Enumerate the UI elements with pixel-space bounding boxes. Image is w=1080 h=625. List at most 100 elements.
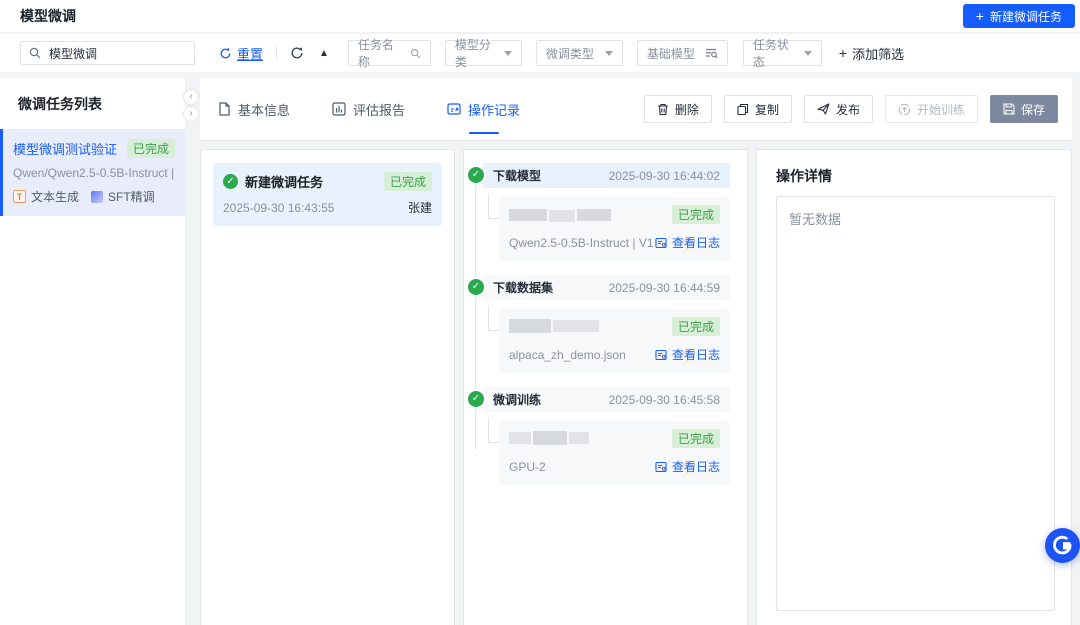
log-icon: [655, 349, 667, 361]
keyword-search-input[interactable]: [47, 45, 186, 61]
model-category-select[interactable]: 模型分类: [445, 40, 522, 66]
publish-label: 发布: [836, 101, 860, 118]
collapse-left-button[interactable]: ‹: [183, 89, 199, 105]
step-status-badge: 已完成: [672, 429, 720, 448]
tab-label: 评估报告: [353, 100, 405, 119]
operation-detail-box: 暂无数据: [776, 196, 1055, 611]
step-detail: 已完成 Qwen2.5-0.5B-Instruct | V1 查看日志: [499, 197, 730, 261]
task-status-select[interactable]: 任务状态: [743, 40, 822, 66]
step-title: 下载数据集: [493, 279, 553, 296]
view-log-link[interactable]: 查看日志: [655, 458, 720, 475]
step-header[interactable]: 下载数据集 2025-09-30 16:44:59: [483, 275, 730, 300]
add-filter-label: 添加筛选: [852, 44, 904, 63]
tab-label: 操作记录: [468, 100, 520, 119]
document-icon: [218, 102, 231, 116]
task-status-placeholder: 任务状态: [753, 36, 796, 70]
save-icon: [1003, 103, 1015, 115]
operation-list-column: ✓ 新建微调任务 已完成 2025-09-30 16:43:55 张建: [200, 149, 455, 625]
log-icon: [655, 237, 667, 249]
step-header[interactable]: 下载模型 2025-09-30 16:44:02: [483, 163, 730, 188]
base-model-placeholder: 基础模型: [647, 45, 695, 62]
refresh-icon[interactable]: [290, 46, 304, 60]
empty-data-text: 暂无数据: [789, 212, 841, 227]
divider: [276, 46, 277, 60]
add-filter-button[interactable]: + 添加筛选: [839, 44, 904, 63]
step-resource: Qwen2.5-0.5B-Instruct | V1: [509, 236, 654, 250]
step-download-dataset: ✓ 下载数据集 2025-09-30 16:44:59 已完成: [483, 275, 730, 373]
task-list-item-selected[interactable]: 模型微调测试验证 已完成 Qwen/Qwen2.5-0.5B-Instruct …: [0, 129, 185, 216]
start-training-label: 开始训练: [917, 101, 965, 118]
tab-operation-record[interactable]: 操作记录: [447, 78, 520, 140]
save-button[interactable]: 保存: [990, 95, 1058, 123]
tab-basic-info[interactable]: 基本信息: [218, 78, 290, 140]
operation-detail-column: 操作详情 暂无数据: [756, 149, 1072, 625]
tab-label: 基本信息: [238, 100, 290, 119]
view-log-label: 查看日志: [672, 234, 720, 251]
step-time: 2025-09-30 16:45:58: [609, 393, 720, 407]
sidebar-collapse-controls: ‹ ›: [183, 89, 199, 122]
operation-title: 新建微调任务: [245, 172, 323, 191]
assistant-icon: [1051, 534, 1074, 557]
task-name: 模型微调测试验证: [13, 139, 117, 158]
detail-toolbar: 基本信息 评估报告 操作记录 删除: [200, 78, 1072, 141]
log-icon: [655, 461, 667, 473]
record-icon: [447, 102, 461, 116]
step-title: 微调训练: [493, 391, 541, 408]
filter-bar: 重置 ▲ 任务名称 模型分类 微调类型 基础模型 任: [0, 34, 1080, 72]
copy-button[interactable]: 复制: [724, 95, 792, 123]
reset-icon: [219, 47, 232, 60]
page-title: 模型微调: [20, 6, 76, 26]
task-name-filter-input[interactable]: 任务名称: [348, 40, 431, 66]
redacted-text: [509, 431, 589, 445]
floating-assistant-button[interactable]: [1045, 528, 1080, 563]
timeline-line: [475, 182, 476, 450]
delete-button[interactable]: 删除: [644, 95, 712, 123]
step-status-badge: 已完成: [672, 205, 720, 224]
keyword-search-box[interactable]: [20, 41, 195, 65]
step-time: 2025-09-30 16:44:02: [609, 169, 720, 183]
collapse-filters-icon[interactable]: ▲: [319, 48, 329, 59]
operation-record-content: ✓ 新建微调任务 已完成 2025-09-30 16:43:55 张建 ✓: [200, 141, 1072, 625]
search-icon: [29, 47, 41, 59]
step-detail: 已完成 alpaca_zh_demo.json 查看日志: [499, 309, 730, 373]
view-log-link[interactable]: 查看日志: [655, 346, 720, 363]
finetune-type-select[interactable]: 微调类型: [536, 40, 623, 66]
tag-text-generation: 文本生成: [31, 188, 79, 205]
new-task-label: 新建微调任务: [990, 8, 1062, 25]
tab-evaluation-report[interactable]: 评估报告: [332, 78, 405, 140]
bar-chart-icon: [332, 102, 346, 116]
view-log-link[interactable]: 查看日志: [655, 234, 720, 251]
step-timeline-column: ✓ 下载模型 2025-09-30 16:44:02 已完成: [463, 149, 748, 625]
start-training-button[interactable]: 开始训练: [885, 95, 978, 123]
step-download-model: ✓ 下载模型 2025-09-30 16:44:02 已完成: [483, 163, 730, 261]
new-finetune-task-button[interactable]: + 新建微调任务: [963, 4, 1075, 28]
operation-status-badge: 已完成: [384, 172, 432, 191]
step-resource: alpaca_zh_demo.json: [509, 348, 626, 362]
task-detail-panel: 基本信息 评估报告 操作记录 删除: [200, 78, 1072, 625]
chevron-down-icon: [504, 51, 512, 56]
model-finetune-page: 模型微调 + 新建微调任务 重置 ▲ 任务名称: [0, 0, 1080, 625]
step-detail: 已完成 GPU-2 查看日志: [499, 421, 730, 485]
save-label: 保存: [1021, 101, 1045, 118]
task-base-model: Qwen/Qwen2.5-0.5B-Instruct |...: [13, 166, 175, 180]
step-header[interactable]: 微调训练 2025-09-30 16:45:58: [483, 387, 730, 412]
plus-icon: +: [839, 45, 847, 61]
sft-icon: [91, 191, 103, 203]
check-circle-icon: ✓: [466, 389, 486, 409]
task-status-badge: 已完成: [127, 139, 175, 158]
chevron-down-icon: [804, 51, 812, 56]
operation-operator: 张建: [408, 199, 432, 216]
step-finetune-training: ✓ 微调训练 2025-09-30 16:45:58 已完成: [483, 387, 730, 485]
expand-right-button[interactable]: ›: [183, 106, 199, 122]
publish-button[interactable]: 发布: [804, 95, 873, 123]
base-model-filter-input[interactable]: 基础模型: [637, 40, 728, 66]
trash-icon: [657, 103, 669, 116]
operation-card-selected[interactable]: ✓ 新建微调任务 已完成 2025-09-30 16:43:55 张建: [213, 163, 442, 226]
search-icon: [410, 48, 421, 59]
top-bar: 模型微调 + 新建微调任务: [0, 0, 1080, 33]
step-status-badge: 已完成: [672, 317, 720, 336]
list-search-icon: [705, 47, 718, 59]
check-circle-icon: ✓: [223, 174, 238, 189]
reset-filters-link[interactable]: 重置: [219, 44, 263, 63]
operation-detail-title: 操作详情: [776, 166, 1055, 186]
